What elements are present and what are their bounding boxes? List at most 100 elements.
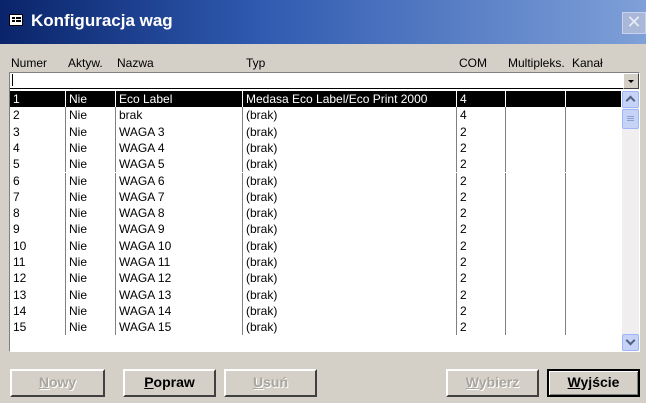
exit-button-label: Wyjście [567, 374, 620, 390]
delete-button[interactable]: Usuń [224, 369, 317, 397]
cell-aktyw: Nie [66, 319, 116, 336]
cell-nazwa: Eco Label [116, 91, 243, 108]
edit-button[interactable]: Popraw [123, 369, 216, 397]
exit-button[interactable]: Wyjście [547, 369, 640, 397]
cell-com: 2 [457, 172, 506, 189]
cell-typ: (brak) [243, 156, 457, 173]
table-row[interactable]: 14 Nie WAGA 14 (brak) 2 [10, 302, 621, 320]
cell-nazwa: WAGA 9 [116, 221, 243, 238]
cell-numer: 11 [10, 254, 66, 271]
cell-com: 2 [457, 221, 506, 238]
scroll-thumb[interactable] [622, 109, 639, 129]
form-icon [9, 14, 23, 26]
cell-nazwa: WAGA 3 [116, 123, 243, 140]
cell-kanal [566, 140, 621, 156]
cell-numer: 8 [10, 205, 66, 222]
cell-aktyw: Nie [66, 91, 116, 108]
cell-numer: 4 [10, 139, 66, 157]
cell-com: 4 [457, 107, 506, 124]
cell-nazwa: WAGA 5 [116, 156, 243, 173]
cell-multipleks [506, 270, 566, 287]
column-headers: Numer Aktyw. Nazwa Typ COM Multipleks. K… [0, 56, 646, 72]
cell-kanal [566, 303, 621, 319]
cell-nazwa: WAGA 10 [116, 237, 243, 254]
cell-kanal [566, 319, 621, 335]
cell-kanal [566, 238, 621, 254]
table-row[interactable]: 3 Nie WAGA 3 (brak) 2 [10, 123, 621, 140]
cell-typ: (brak) [243, 319, 457, 336]
new-button[interactable]: Nowy [10, 369, 105, 397]
cell-com: 2 [457, 254, 506, 271]
cell-multipleks [506, 286, 566, 303]
cell-nazwa: WAGA 6 [116, 172, 243, 189]
cell-numer: 15 [10, 319, 66, 336]
table-row[interactable]: 5 Nie WAGA 5 (brak) 2 [10, 156, 621, 173]
cell-typ: Medasa Eco Label/Eco Print 2000 [243, 91, 457, 108]
cell-numer: 5 [10, 156, 66, 173]
cell-multipleks [506, 205, 566, 222]
cell-multipleks [506, 221, 566, 238]
cell-typ: (brak) [243, 221, 457, 238]
cell-com: 2 [457, 156, 506, 173]
cell-numer: 12 [10, 270, 66, 287]
select-button[interactable]: Wybierz [446, 369, 539, 397]
dialog-window: Konfiguracja wag ✕ Numer Aktyw. Nazwa Ty… [0, 0, 646, 403]
cell-com: 2 [457, 319, 506, 336]
cell-com: 4 [457, 91, 506, 108]
close-button[interactable]: ✕ [622, 12, 646, 34]
scroll-up-button[interactable] [622, 91, 639, 108]
cell-nazwa: WAGA 12 [116, 270, 243, 287]
cell-aktyw: Nie [66, 188, 116, 206]
cell-typ: (brak) [243, 123, 457, 140]
table-row[interactable]: 2 Nie brak (brak) 4 [10, 107, 621, 124]
cell-aktyw: Nie [66, 139, 116, 157]
cell-typ: (brak) [243, 286, 457, 303]
cell-aktyw: Nie [66, 270, 116, 287]
cell-typ: (brak) [243, 172, 457, 189]
cell-multipleks [506, 302, 566, 320]
cell-numer: 10 [10, 237, 66, 254]
table-row[interactable]: 10 Nie WAGA 10 (brak) 2 [10, 237, 621, 254]
cell-kanal [566, 173, 621, 189]
select-button-label: Wybierz [465, 374, 520, 390]
table-row[interactable]: 7 Nie WAGA 7 (brak) 2 [10, 188, 621, 206]
cell-kanal [566, 124, 621, 140]
header-multipleks: Multipleks. [508, 56, 565, 70]
scroll-down-button[interactable] [622, 334, 639, 351]
table-row[interactable]: 12 Nie WAGA 12 (brak) 2 [10, 270, 621, 287]
cell-com: 2 [457, 188, 506, 206]
table-row[interactable]: 6 Nie WAGA 6 (brak) 2 [10, 172, 621, 189]
cell-com: 2 [457, 205, 506, 222]
table-row[interactable]: 15 Nie WAGA 15 (brak) 2 [10, 319, 621, 336]
window-title: Konfiguracja wag [31, 11, 173, 30]
cell-numer: 7 [10, 188, 66, 206]
cell-nazwa: WAGA 7 [116, 188, 243, 206]
cell-nazwa: WAGA 11 [116, 254, 243, 271]
cell-typ: (brak) [243, 139, 457, 157]
title-bar: Konfiguracja wag ✕ [0, 0, 646, 44]
header-nazwa: Nazwa [117, 56, 154, 70]
cell-kanal [566, 189, 621, 205]
cell-aktyw: Nie [66, 172, 116, 189]
cell-nazwa: WAGA 4 [116, 139, 243, 157]
cell-aktyw: Nie [66, 286, 116, 303]
cell-kanal [566, 205, 621, 221]
cell-aktyw: Nie [66, 221, 116, 238]
close-icon: ✕ [626, 12, 642, 33]
cell-multipleks [506, 188, 566, 206]
cell-multipleks [506, 172, 566, 189]
cell-multipleks [506, 319, 566, 336]
table-row[interactable]: 4 Nie WAGA 4 (brak) 2 [10, 139, 621, 157]
filter-dropdown-button[interactable] [623, 73, 639, 89]
cell-kanal [566, 91, 621, 107]
table-row[interactable]: 1 Nie Eco Label Medasa Eco Label/Eco Print … [10, 91, 621, 108]
vertical-scrollbar[interactable] [622, 91, 639, 351]
cell-multipleks [506, 237, 566, 254]
table-row[interactable]: 8 Nie WAGA 8 (brak) 2 [10, 205, 621, 222]
cell-kanal [566, 107, 621, 123]
filter-input[interactable] [12, 73, 602, 88]
table-row[interactable]: 11 Nie WAGA 11 (brak) 2 [10, 254, 621, 271]
table-row[interactable]: 9 Nie WAGA 9 (brak) 2 [10, 221, 621, 238]
cell-aktyw: Nie [66, 107, 116, 124]
table-row[interactable]: 13 Nie WAGA 13 (brak) 2 [10, 286, 621, 303]
